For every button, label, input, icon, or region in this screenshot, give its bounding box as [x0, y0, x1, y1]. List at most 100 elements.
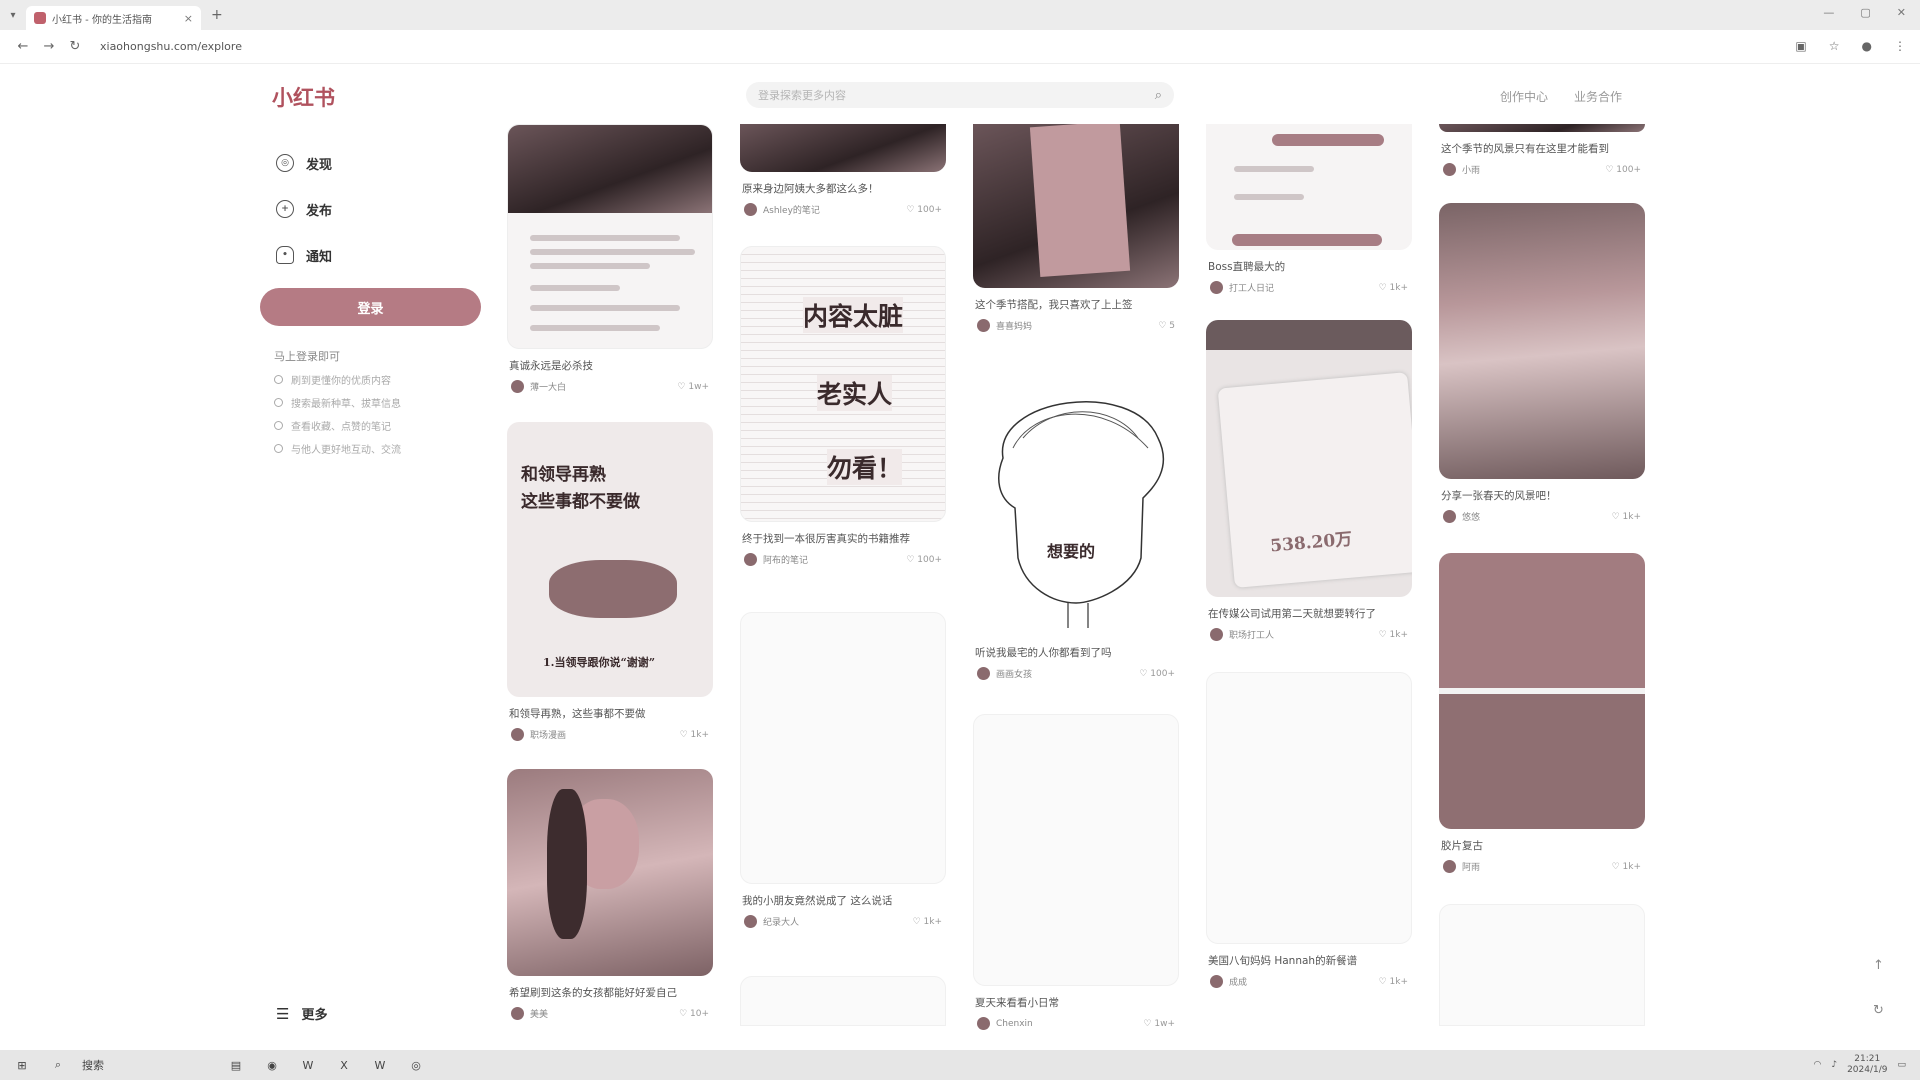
note-cover[interactable] — [1206, 124, 1412, 250]
heart-icon[interactable]: ♡ — [906, 555, 917, 565]
forward-icon[interactable]: → — [36, 39, 62, 54]
note-caption[interactable]: 夏天来看看小日常 — [973, 996, 1179, 1011]
note-cover[interactable] — [1439, 124, 1645, 132]
note-caption[interactable]: 原来身边阿姨大多都这么多！ — [740, 182, 946, 197]
note-cover[interactable] — [1439, 203, 1645, 479]
heart-icon[interactable]: ♡ — [1379, 283, 1390, 293]
note-caption[interactable]: Boss直聘最大的 — [1206, 260, 1412, 275]
avatar[interactable] — [511, 728, 524, 741]
note-card[interactable]: 和领导再熟 这些事都不要做 1.当领导跟你说“谢谢” 和领导再熟，这些事都不要做… — [507, 422, 713, 741]
back-icon[interactable]: ← — [10, 39, 36, 54]
close-window-icon[interactable]: ✕ — [1897, 6, 1906, 19]
note-card[interactable]: 想要的 听说我最宅的人你都看到了吗 画画女孩 ♡ 100+ — [973, 378, 1179, 680]
note-caption[interactable]: 胶片复古 — [1439, 839, 1645, 854]
avatar[interactable] — [1210, 281, 1223, 294]
author-name[interactable]: Ashley的笔记 — [763, 203, 906, 216]
heart-icon[interactable]: ♡ — [1379, 977, 1390, 987]
volume-icon[interactable]: ♪ — [1831, 1060, 1837, 1070]
note-card[interactable]: 胶片复古 阿雨 ♡ 1k+ — [1439, 553, 1645, 873]
note-card[interactable] — [1439, 904, 1645, 1026]
author-name[interactable]: 喜喜妈妈 — [996, 319, 1158, 332]
refresh-icon[interactable]: ↻ — [1873, 1003, 1884, 1018]
note-card[interactable]: 分享一张春天的风景吧！ 悠悠 ♡ 1k+ — [1439, 203, 1645, 523]
author-name[interactable]: 成成 — [1229, 975, 1379, 988]
excel-icon[interactable]: X — [332, 1059, 356, 1072]
notification-icon[interactable]: ▭ — [1897, 1060, 1906, 1070]
reload-icon[interactable]: ↻ — [62, 39, 88, 54]
note-cover[interactable] — [973, 714, 1179, 986]
sidebar-item-notify[interactable]: • 通知 — [260, 232, 485, 278]
profile-icon[interactable]: ● — [1862, 39, 1872, 53]
author-name[interactable]: 画画女孩 — [996, 667, 1139, 680]
taskbar-search-label[interactable]: 搜索 — [82, 1057, 104, 1073]
heart-icon[interactable]: ♡ — [1612, 862, 1623, 872]
author-name[interactable]: 纪录大人 — [763, 915, 913, 928]
note-caption[interactable]: 在传媒公司试用第二天就想要转行了 — [1206, 607, 1412, 622]
clock[interactable]: 21:21 2024/1/9 — [1847, 1054, 1887, 1076]
note-caption[interactable]: 听说我最宅的人你都看到了吗 — [973, 646, 1179, 661]
note-cover[interactable] — [507, 769, 713, 976]
author-name[interactable]: 小雨 — [1462, 163, 1605, 176]
file-explorer-icon[interactable]: ▤ — [224, 1059, 248, 1072]
site-logo[interactable]: 小红书 — [272, 82, 335, 112]
note-card[interactable]: 内容太脏 老实人 勿看！ 终于找到一本很厉害真实的书籍推荐 阿布的笔记 ♡ 100… — [740, 246, 946, 566]
note-card[interactable]: 这个季节搭配，我只喜欢了上上签 喜喜妈妈 ♡ 5 — [973, 124, 1179, 332]
author-name[interactable]: 职场打工人 — [1229, 628, 1379, 641]
note-caption[interactable]: 真诚永远是必杀技 — [507, 359, 713, 374]
avatar[interactable] — [744, 203, 757, 216]
heart-icon[interactable]: ♡ — [1379, 630, 1390, 640]
sidebar-item-publish[interactable]: + 发布 — [260, 186, 485, 232]
heart-icon[interactable]: ♡ — [1139, 669, 1150, 679]
search-input[interactable]: 登录探索更多内容 ⌕ — [746, 82, 1174, 108]
heart-icon[interactable]: ♡ — [677, 382, 688, 392]
menu-kebab-icon[interactable]: ⋮ — [1894, 39, 1906, 53]
heart-icon[interactable]: ♡ — [1612, 512, 1623, 522]
note-cover[interactable] — [740, 976, 946, 1026]
wifi-icon[interactable]: ◠ — [1813, 1060, 1821, 1070]
note-cover[interactable] — [1439, 904, 1645, 1026]
note-cover[interactable] — [740, 612, 946, 884]
note-caption[interactable]: 希望刷到这条的女孩都能好好爱自己 — [507, 986, 713, 1001]
heart-icon[interactable]: ♡ — [906, 205, 917, 215]
maximize-icon[interactable]: ▢ — [1860, 6, 1870, 19]
close-tab-icon[interactable]: × — [184, 12, 193, 25]
browser-icon[interactable]: ◉ — [260, 1059, 284, 1072]
author-name[interactable]: 阿雨 — [1462, 860, 1612, 873]
avatar[interactable] — [977, 667, 990, 680]
chrome-icon[interactable]: ◎ — [404, 1059, 428, 1072]
search-icon[interactable]: ⌕ — [46, 1058, 70, 1072]
note-card[interactable]: 夏天来看看小日常 Chenxin ♡ 1w+ — [973, 714, 1179, 1030]
search-icon[interactable]: ⌕ — [1155, 88, 1162, 103]
note-caption[interactable]: 这个季节的风景只有在这里才能看到 — [1439, 142, 1645, 157]
note-card[interactable]: 美国八旬妈妈 Hannah的新餐谱 成成 ♡ 1k+ — [1206, 672, 1412, 988]
browser-tab[interactable]: 小红书 - 你的生活指南 × — [26, 6, 201, 30]
note-cover[interactable]: 538.20万 — [1206, 320, 1412, 597]
note-cover[interactable] — [1206, 672, 1412, 944]
tab-list-icon[interactable]: ▾ — [0, 10, 26, 21]
note-cover[interactable]: 和领导再熟 这些事都不要做 1.当领导跟你说“谢谢” — [507, 422, 713, 697]
login-button[interactable]: 登录 — [260, 288, 481, 326]
note-cover[interactable]: 想要的 — [973, 378, 1179, 636]
heart-icon[interactable]: ♡ — [1143, 1019, 1154, 1029]
note-cover[interactable] — [507, 124, 713, 349]
author-name[interactable]: 打工人日记 — [1229, 281, 1379, 294]
note-card[interactable]: 真诚永远是必杀技 薄一大白 ♡ 1w+ — [507, 124, 713, 393]
note-caption[interactable]: 终于找到一本很厉害真实的书籍推荐 — [740, 532, 946, 547]
avatar[interactable] — [744, 915, 757, 928]
note-cover[interactable]: 内容太脏 老实人 勿看！ — [740, 246, 946, 522]
note-caption[interactable]: 这个季节搭配，我只喜欢了上上签 — [973, 298, 1179, 313]
bookmark-star-icon[interactable]: ☆ — [1829, 39, 1840, 53]
avatar[interactable] — [977, 1017, 990, 1030]
new-tab-button[interactable]: + — [211, 7, 223, 23]
extensions-icon[interactable]: ▣ — [1795, 39, 1806, 53]
heart-icon[interactable]: ♡ — [680, 730, 691, 740]
nav-creator-center[interactable]: 创作中心 — [1500, 88, 1548, 105]
heart-icon[interactable]: ♡ — [679, 1009, 690, 1019]
avatar[interactable] — [511, 1007, 524, 1020]
author-name[interactable]: Chenxin — [996, 1019, 1143, 1029]
avatar[interactable] — [1443, 860, 1456, 873]
heart-icon[interactable]: ♡ — [1605, 165, 1616, 175]
author-name[interactable]: 薄一大白 — [530, 380, 677, 393]
avatar[interactable] — [977, 319, 990, 332]
back-to-top-icon[interactable]: ↑ — [1873, 958, 1884, 973]
